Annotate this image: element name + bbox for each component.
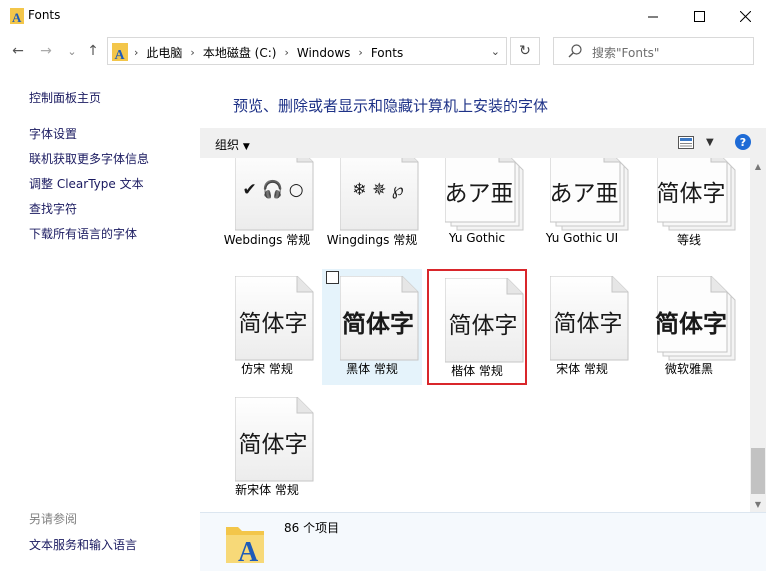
font-preview-text: あア亜	[549, 181, 619, 207]
font-preview-text: 简体字	[238, 432, 308, 458]
search-placeholder: 搜索"Fonts"	[592, 46, 660, 60]
font-name-label: Yu Gothic UI	[545, 231, 619, 245]
font-preview-text: ✔ 🎧 ○	[242, 180, 304, 200]
organize-label: 组织	[215, 138, 240, 152]
window-title: Fonts	[28, 8, 61, 22]
font-name-label: Wingdings 常规	[326, 233, 418, 247]
download-fonts-link[interactable]: 下载所有语言的字体	[29, 225, 137, 242]
font-name-label: 等线	[676, 233, 701, 247]
search-icon	[568, 44, 582, 58]
address-bar[interactable]: A › 此电脑 › 本地磁盘 (C:) › Windows › Fonts ⌄	[107, 37, 507, 65]
help-button[interactable]: ?	[735, 134, 751, 150]
font-tile[interactable]: 简体字黑体 常规	[322, 269, 422, 385]
font-name-label: 新宋体 常规	[235, 483, 299, 497]
svg-text:A: A	[12, 10, 22, 24]
up-button[interactable]: ↑	[83, 41, 103, 61]
font-preview-text: 简体字	[655, 310, 727, 338]
scrollbar-thumb[interactable]	[751, 448, 765, 494]
scroll-down-icon[interactable]: ▼	[750, 496, 766, 512]
font-preview-text: 简体字	[553, 311, 623, 337]
title-bar: A Fonts	[0, 0, 766, 32]
change-view-icon[interactable]	[678, 136, 694, 149]
search-input[interactable]: 搜索"Fonts"	[553, 37, 754, 65]
font-preview-text: 简体字	[656, 181, 726, 207]
organize-button[interactable]: 组织 ▼	[215, 136, 250, 153]
select-checkbox[interactable]	[326, 271, 339, 284]
font-tile[interactable]: 简体字 微软雅黑	[639, 269, 739, 385]
refresh-icon: ↻	[519, 43, 531, 59]
left-pane: 控制面板主页 字体设置 联机获取更多字体信息 调整 ClearType 文本 查…	[0, 70, 200, 571]
font-tile[interactable]: 简体字 楷体 常规	[427, 269, 527, 385]
font-name-label: 黑体 常规	[346, 362, 398, 376]
close-button[interactable]	[722, 0, 766, 32]
font-tile[interactable]: ❄ ✵ ℘ Wingdings 常规	[322, 158, 422, 247]
adjust-cleartype-link[interactable]: 调整 ClearType 文本	[29, 175, 144, 192]
view-options-chevron-icon[interactable]: ▼	[706, 137, 714, 148]
font-name-label: 仿宋 常规	[241, 362, 293, 376]
find-character-link[interactable]: 查找字符	[29, 200, 77, 217]
maximize-button[interactable]	[676, 0, 722, 32]
font-settings-link[interactable]: 字体设置	[29, 125, 77, 142]
fonts-folder-icon: A	[112, 43, 128, 61]
item-count: 86 个项目	[284, 521, 340, 535]
page-title: 预览、删除或者显示和隐藏计算机上安装的字体	[233, 97, 549, 115]
forward-button[interactable]: →	[36, 41, 56, 61]
vertical-scrollbar[interactable]: ▲ ▼	[750, 158, 766, 512]
breadcrumb: › 此电脑 › 本地磁盘 (C:) › Windows › Fonts	[134, 44, 403, 61]
font-tile[interactable]: ✔ 🎧 ○ Webdings 常规	[217, 158, 317, 247]
breadcrumb-item[interactable]: Fonts	[371, 46, 403, 60]
svg-text:A: A	[115, 48, 126, 61]
navigation-bar: ← → ⌄ ↑ A › 此电脑 › 本地磁盘 (C:) › Windows › …	[0, 32, 766, 70]
fonts-folder-icon: A	[10, 8, 24, 24]
font-name-label: 微软雅黑	[664, 362, 713, 376]
control-panel-home-link[interactable]: 控制面板主页	[29, 89, 101, 106]
back-button[interactable]: ←	[8, 41, 28, 61]
see-also-title: 另请参阅	[29, 512, 78, 526]
get-more-fonts-link[interactable]: 联机获取更多字体信息	[29, 150, 149, 167]
font-name-label: 楷体 常规	[451, 364, 503, 378]
fonts-folder-icon: A	[226, 527, 264, 565]
font-tile[interactable]: あア亜 Yu Gothic UI	[532, 158, 632, 247]
text-services-link[interactable]: 文本服务和输入语言	[29, 536, 137, 553]
font-name-label: Yu Gothic	[448, 231, 506, 245]
font-tile[interactable]: あア亜 Yu Gothic	[427, 158, 527, 247]
font-preview-text: 简体字	[448, 313, 518, 339]
font-tile[interactable]: 简体字 新宋体 常规	[217, 390, 317, 506]
breadcrumb-separator[interactable]: ›	[284, 46, 288, 59]
breadcrumb-item[interactable]: 本地磁盘 (C:)	[203, 44, 277, 61]
refresh-button[interactable]: ↻	[510, 37, 540, 65]
svg-text:A: A	[238, 537, 259, 565]
breadcrumb-separator[interactable]: ›	[190, 46, 194, 59]
breadcrumb-separator[interactable]: ›	[358, 46, 362, 59]
font-list: ✔ 🎧 ○ Webdings 常规 ❄ ✵ ℘ Wingdings 常规 あア亜 Yu G…	[200, 158, 750, 512]
breadcrumb-separator: ›	[134, 46, 139, 59]
font-name-label: 宋体 常规	[556, 362, 608, 376]
font-preview-text: あア亜	[444, 181, 514, 207]
font-tile[interactable]: 简体字 等线	[639, 158, 739, 247]
chevron-down-icon[interactable]: ⌄	[491, 45, 500, 58]
font-preview-text: 简体字	[342, 310, 414, 338]
command-bar: 组织 ▼ ▼ ?	[200, 128, 766, 158]
details-pane: A 86 个项目	[200, 512, 766, 571]
minimize-icon	[647, 16, 658, 17]
breadcrumb-item[interactable]: Windows	[297, 46, 351, 60]
recent-locations-button[interactable]: ⌄	[62, 41, 82, 61]
minimize-button[interactable]	[630, 0, 676, 32]
close-icon	[739, 10, 751, 22]
font-tile[interactable]: 简体字 仿宋 常规	[217, 269, 317, 385]
font-name-label: Webdings 常规	[223, 233, 311, 247]
chevron-down-icon: ▼	[242, 142, 250, 152]
breadcrumb-item[interactable]: 此电脑	[146, 44, 182, 61]
font-tile[interactable]: 简体字 宋体 常规	[532, 269, 632, 385]
maximize-icon	[693, 10, 705, 22]
font-preview-text: ❄ ✵ ℘	[352, 180, 404, 200]
font-preview-text: 简体字	[238, 311, 308, 337]
scroll-up-icon[interactable]: ▲	[750, 158, 766, 174]
